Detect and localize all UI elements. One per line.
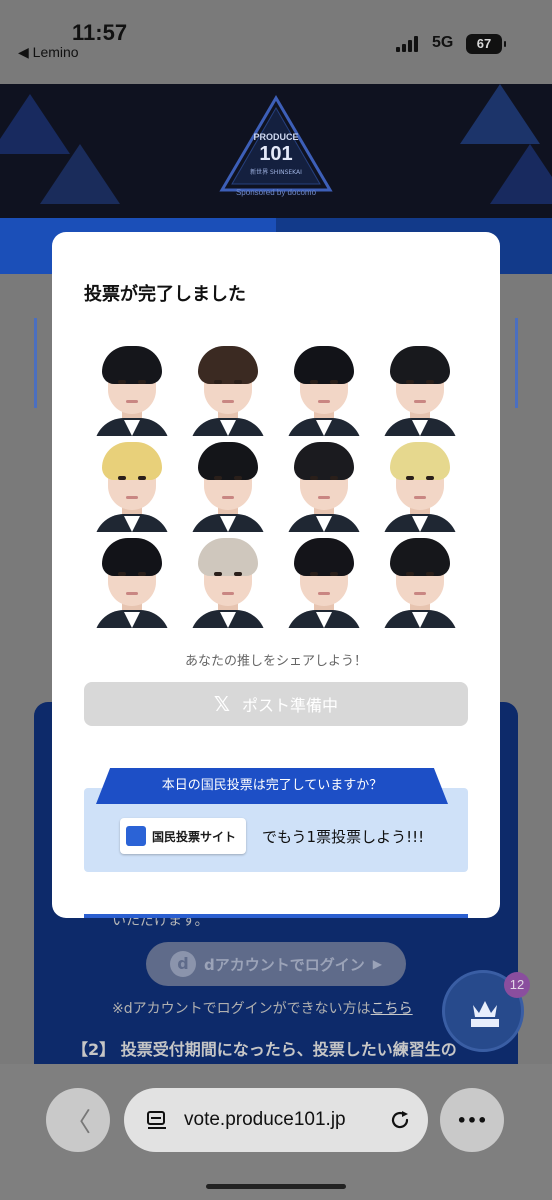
trainee-portrait	[180, 436, 276, 532]
battery-icon: 67	[466, 34, 506, 54]
login-button-label: dアカウントでログイン	[204, 955, 365, 974]
trainee-portrait	[180, 340, 276, 436]
post-to-x-button[interactable]: 𝕏 ポスト準備中	[84, 682, 468, 726]
post-button-label: ポスト準備中	[242, 696, 339, 715]
trainee-portrait	[276, 436, 372, 532]
divider	[515, 318, 518, 408]
docomo-d-icon: d	[170, 951, 196, 977]
vote-count-badge: 12	[504, 972, 530, 998]
ballot-crown-icon	[471, 1001, 499, 1027]
modal-title: 投票が完了しました	[84, 284, 246, 305]
sponsor-text: Sponsored by docomo	[235, 188, 317, 197]
chevron-left-icon: 〈	[64, 1107, 91, 1138]
promo-tail-text: でもう1票投票しよう!!!	[262, 828, 425, 846]
ballot-box-icon	[126, 826, 146, 846]
trainee-portrait-grid	[84, 340, 468, 628]
divider	[34, 318, 37, 408]
trainee-portrait	[276, 340, 372, 436]
login-help-link[interactable]: こちら	[371, 1001, 413, 1017]
arrow-icon: ▶	[372, 957, 382, 971]
reload-icon[interactable]	[388, 1108, 412, 1132]
trainee-portrait	[372, 532, 468, 628]
trainee-portrait	[84, 532, 180, 628]
login-note: ※dアカウントでログインができない方はこちら	[112, 998, 413, 1018]
network-type: 5G	[432, 34, 454, 51]
modal-footer-line	[84, 914, 468, 918]
promo-button-label: 国民投票サイト	[152, 829, 237, 844]
signal-icon	[396, 36, 422, 52]
page-menu-icon	[147, 1111, 166, 1129]
back-to-app-link[interactable]: ◀ Lemino	[18, 44, 79, 61]
address-bar[interactable]: vote.produce101.jp	[124, 1088, 428, 1152]
promo-heading: 本日の国民投票は完了していますか？	[96, 768, 448, 804]
trainee-portrait	[372, 340, 468, 436]
browser-toolbar: 〈 vote.produce101.jp •••	[0, 1064, 552, 1200]
national-vote-site-button[interactable]: 国民投票サイト	[120, 818, 246, 854]
clock: 11:57	[72, 20, 128, 45]
header-banner: PRODUCE 101 新世界 SHINSEKAI Sponsored by d…	[0, 84, 552, 218]
ellipsis-icon: •••	[456, 1110, 488, 1130]
login-note-text: ※dアカウントでログインができない方は	[112, 1001, 371, 1017]
x-logo-icon: 𝕏	[213, 692, 231, 716]
logo-line2: 101	[259, 143, 292, 165]
step-2-text: 【2】 投票受付期間になったら、投票したい練習生の	[72, 1040, 457, 1059]
home-indicator	[206, 1184, 346, 1189]
trainee-portrait	[180, 532, 276, 628]
trainee-portrait	[276, 532, 372, 628]
share-prompt: あなたの推しをシェアしよう！	[184, 654, 367, 669]
produce101-logo: PRODUCE 101 新世界 SHINSEKAI	[219, 95, 333, 192]
logo-line1: PRODUCE	[253, 132, 298, 142]
trainee-portrait	[84, 436, 180, 532]
trainee-portrait	[372, 436, 468, 532]
login-button[interactable]: d dアカウントでログイン ▶	[146, 942, 406, 986]
logo-line3: 新世界 SHINSEKAI	[250, 168, 302, 176]
vote-complete-modal: 投票が完了しました あなたの推しをシェアしよう！ 𝕏 ポスト準備中 国民投票サイ…	[52, 232, 500, 918]
url-text: vote.produce101.jp	[184, 1109, 346, 1130]
status-bar: 11:57 ◀ Lemino 5G 67	[0, 0, 552, 84]
more-options-button[interactable]: •••	[440, 1088, 504, 1152]
trainee-portrait	[84, 340, 180, 436]
browser-back-button[interactable]: 〈	[46, 1088, 110, 1152]
